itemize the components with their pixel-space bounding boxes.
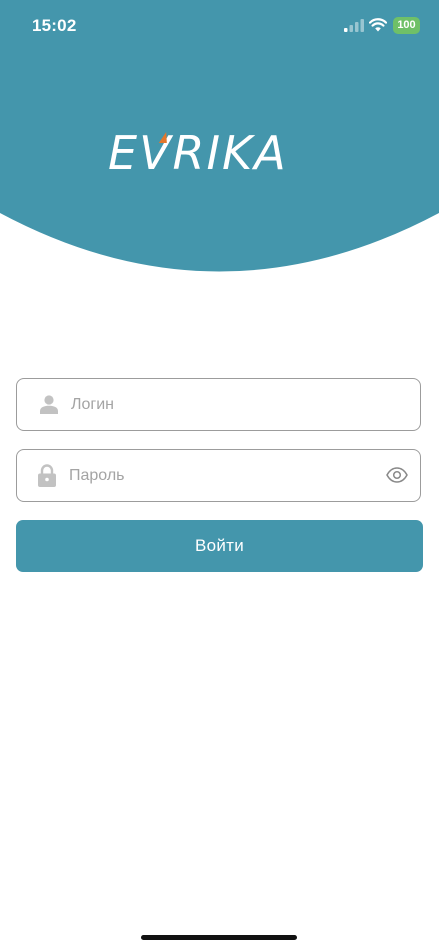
evrika-logo: EVRIKA — [108, 128, 332, 178]
user-icon — [40, 395, 58, 419]
home-indicator[interactable] — [141, 935, 297, 940]
eye-icon[interactable] — [386, 467, 408, 488]
status-bar: 15:02 100 — [0, 0, 439, 50]
lock-icon — [38, 464, 56, 492]
wifi-icon — [368, 18, 388, 37]
login-button[interactable]: Войти — [16, 520, 423, 572]
login-field[interactable] — [16, 378, 421, 431]
login-input[interactable] — [71, 379, 371, 430]
password-field[interactable] — [16, 449, 421, 502]
status-time: 15:02 — [32, 16, 77, 35]
battery-icon: 100 — [393, 17, 420, 34]
password-input[interactable] — [69, 450, 369, 501]
cellular-signal-icon — [344, 19, 364, 37]
battery-level: 100 — [397, 19, 416, 31]
logo-text: EVRIKA — [108, 126, 288, 180]
